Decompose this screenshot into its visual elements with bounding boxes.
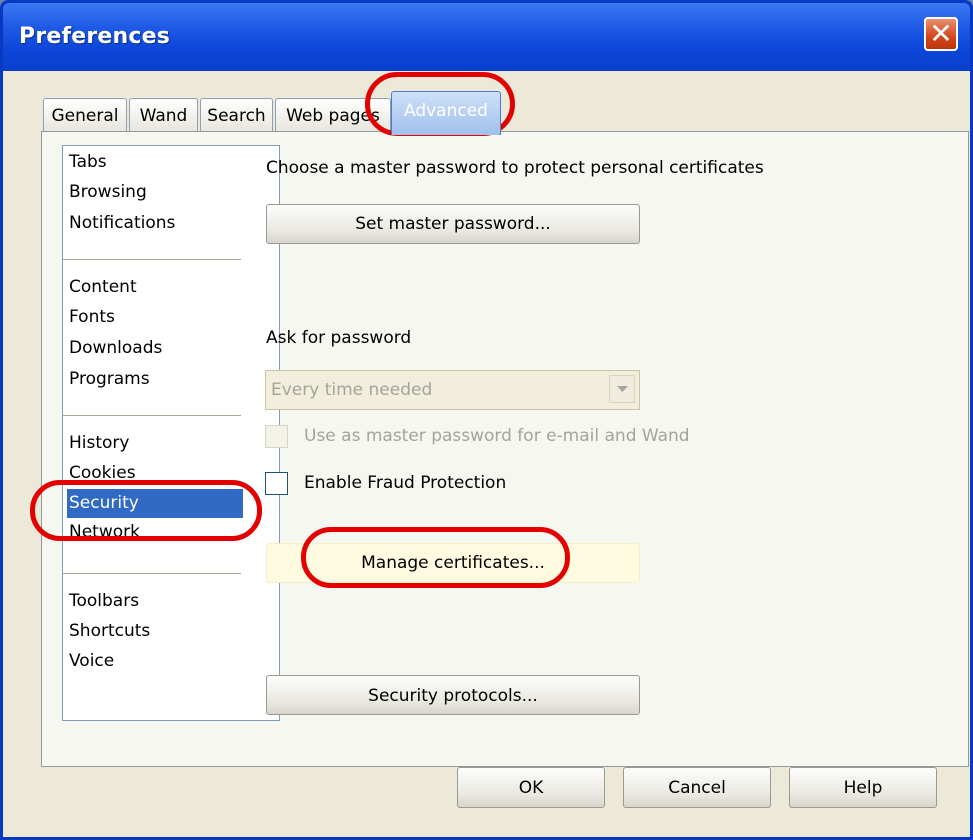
sidebar-item-browsing[interactable]: Browsing <box>67 178 241 207</box>
use-master-password-label: Use as master password for e-mail and Wa… <box>304 426 690 446</box>
close-icon: ✕ <box>929 17 953 50</box>
sidebar-item-cookies[interactable]: Cookies <box>67 459 241 488</box>
sidebar-item-downloads[interactable]: Downloads <box>67 334 241 363</box>
tab-general[interactable]: General <box>43 98 127 133</box>
sidebar-item-voice[interactable]: Voice <box>67 647 241 676</box>
enable-fraud-protection-checkbox[interactable] <box>265 472 288 495</box>
sidebar-item-network[interactable]: Network <box>67 518 241 547</box>
sidebar-item-notifications[interactable]: Notifications <box>67 209 241 238</box>
sidebar-divider <box>63 415 241 416</box>
sidebar-divider <box>63 573 241 574</box>
sidebar-divider <box>63 259 241 260</box>
cancel-button[interactable]: Cancel <box>623 767 771 808</box>
sidebar-item-programs[interactable]: Programs <box>67 365 241 394</box>
sidebar-item-toolbars[interactable]: Toolbars <box>67 587 241 616</box>
dropdown-arrow-button[interactable] <box>609 375 635 403</box>
dialog-client-area: General Wand Search Web pages Advanced T… <box>3 71 970 837</box>
close-button[interactable]: ✕ <box>924 17 958 51</box>
sidebar-item-shortcuts[interactable]: Shortcuts <box>67 617 241 646</box>
chevron-down-icon <box>617 386 628 392</box>
sidebar-item-history[interactable]: History <box>67 429 241 458</box>
sidebar-item-fonts[interactable]: Fonts <box>67 303 241 332</box>
tab-search[interactable]: Search <box>200 98 273 133</box>
sidebar-item-content[interactable]: Content <box>67 273 241 302</box>
title-bar[interactable]: Preferences ✕ <box>3 3 970 71</box>
tab-web-pages[interactable]: Web pages <box>275 98 391 133</box>
security-protocols-button[interactable]: Security protocols... <box>266 675 640 715</box>
set-master-password-button[interactable]: Set master password... <box>266 204 640 244</box>
ok-button[interactable]: OK <box>457 767 605 808</box>
enable-fraud-protection-label: Enable Fraud Protection <box>304 473 507 493</box>
help-button[interactable]: Help <box>789 767 937 808</box>
preferences-window: Preferences ✕ General Wand Search Web pa… <box>0 0 973 840</box>
ask-password-select[interactable]: Every time needed <box>265 370 640 410</box>
ask-for-password-label: Ask for password <box>266 328 412 348</box>
category-list: Tabs Browsing Notifications Content Font… <box>62 145 280 721</box>
window-title: Preferences <box>19 24 171 49</box>
manage-certificates-button[interactable]: Manage certificates... <box>266 543 640 583</box>
tab-advanced[interactable]: Advanced <box>391 91 501 135</box>
tab-wand[interactable]: Wand <box>129 98 198 133</box>
master-password-heading: Choose a master password to protect pers… <box>266 158 764 178</box>
advanced-panel: Tabs Browsing Notifications Content Font… <box>41 131 969 767</box>
ask-password-select-value: Every time needed <box>271 380 433 400</box>
sidebar-item-security[interactable]: Security <box>67 489 243 518</box>
use-master-password-checkbox[interactable] <box>265 425 288 448</box>
sidebar-item-tabs[interactable]: Tabs <box>67 148 241 177</box>
